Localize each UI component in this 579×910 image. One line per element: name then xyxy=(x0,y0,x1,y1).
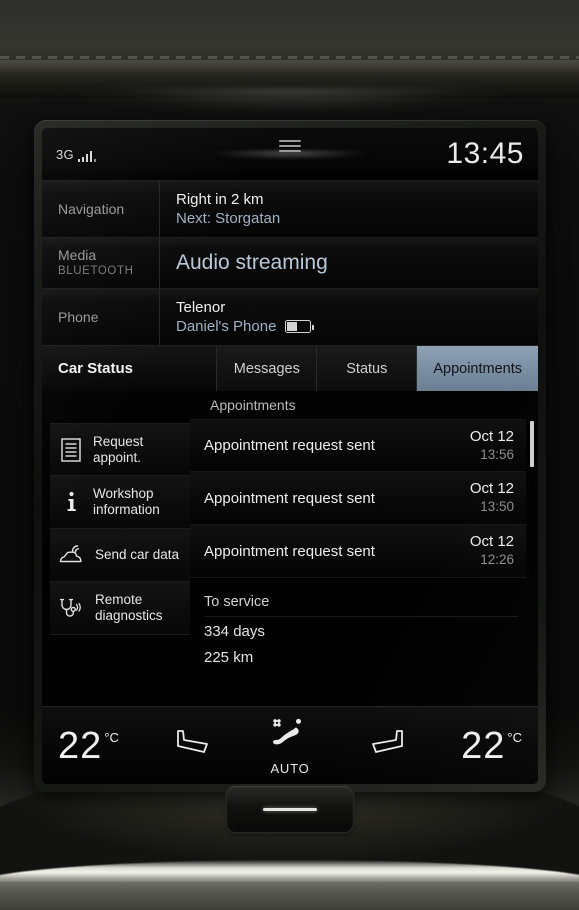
fan-auto-button[interactable]: AUTO xyxy=(263,716,317,776)
appointment-message: Appointment request sent xyxy=(204,542,375,560)
media-tile-body: Audio streaming xyxy=(160,238,538,288)
appointment-message: Appointment request sent xyxy=(204,437,375,454)
menu-label-line1: Request xyxy=(93,433,144,449)
tab-appointments[interactable]: Appointments xyxy=(416,346,538,391)
home-dash-icon xyxy=(262,807,317,811)
climate-bar: 22 °C AUTO 22 °C xyxy=(42,706,538,784)
scrollbar-thumb[interactable] xyxy=(530,421,534,467)
appointment-message: Appointment request sent xyxy=(204,489,375,507)
media-source-label: BLUETOOTH xyxy=(58,265,134,277)
network-type-label: 3G xyxy=(56,146,74,162)
menu-label-line1: Send car data xyxy=(95,547,180,562)
list-header: Appointments xyxy=(42,391,538,419)
phone-tile-label: Phone xyxy=(42,289,160,345)
car-signal-icon xyxy=(58,542,86,568)
network-status: 3G xyxy=(56,146,97,162)
appointments-scrollbar[interactable] xyxy=(530,421,534,579)
menu-label-line1: Workshop xyxy=(93,486,154,501)
service-menu: Request appoint. Workshop information Se… xyxy=(42,419,190,706)
fan-auto-icon xyxy=(263,716,317,759)
appointments-panel: Appointment request sent Oct 12 13:56 Ap… xyxy=(190,419,538,706)
media-status: Audio streaming xyxy=(176,251,328,274)
appointment-timestamp: Oct 12 12:26 xyxy=(470,533,514,569)
phone-tile[interactable]: Phone Telenor Daniel's Phone xyxy=(42,288,538,345)
driver-temperature-value: 22 xyxy=(58,724,103,767)
menu-item-send-car-data[interactable]: Send car data xyxy=(50,529,190,582)
passenger-temperature[interactable]: 22 °C xyxy=(461,726,522,766)
driver-seat-button[interactable] xyxy=(163,726,219,765)
fan-auto-label: AUTO xyxy=(270,760,310,776)
navigation-instruction: Right in 2 km xyxy=(176,191,264,208)
phone-tile-body: Telenor Daniel's Phone xyxy=(160,289,538,345)
screen-top-gloss xyxy=(185,150,395,166)
media-label: Media xyxy=(58,247,97,263)
to-service-title: To service xyxy=(204,594,518,617)
appointment-row[interactable]: Appointment request sent Oct 12 13:50 xyxy=(190,472,526,525)
navigation-tile-label: Navigation xyxy=(42,181,160,237)
dashboard-stitching xyxy=(0,56,579,59)
menu-item-send-car-data-label: Send car data xyxy=(95,547,179,563)
car-dashboard: 3G 13:45 Navigation Right in 2 km Next: … xyxy=(0,0,579,910)
passenger-seat-button[interactable] xyxy=(361,726,417,765)
car-status-header: Car Status Messages Status Appointments xyxy=(42,345,538,391)
menu-label-line1: Remote xyxy=(95,592,143,607)
menu-item-remote-diagnostics-label: Remote diagnostics xyxy=(95,592,163,624)
driver-temperature[interactable]: 22 °C xyxy=(58,726,119,766)
tab-bar: Messages Status Appointments xyxy=(216,346,538,391)
console-base xyxy=(0,882,579,910)
menu-item-workshop-information-label: Workshop information xyxy=(93,486,160,518)
tab-messages[interactable]: Messages xyxy=(216,346,317,391)
appointment-timestamp: Oct 12 13:50 xyxy=(470,480,514,516)
appointment-time: 13:56 xyxy=(480,446,514,462)
navigation-tile-body: Right in 2 km Next: Storgatan xyxy=(160,181,538,237)
navigation-label: Navigation xyxy=(58,200,125,217)
list-header-label: Appointments xyxy=(210,397,296,413)
appointment-row[interactable]: Appointment request sent Oct 12 12:26 xyxy=(190,525,526,578)
appointment-time: 12:26 xyxy=(480,552,514,567)
document-lines-icon xyxy=(58,437,84,463)
page-title: Car Status xyxy=(58,360,134,377)
menu-label-line2: information xyxy=(93,502,160,517)
tab-status[interactable]: Status xyxy=(316,346,417,391)
status-bar: 3G 13:45 xyxy=(42,128,538,180)
navigation-next-street: Next: Storgatan xyxy=(176,210,281,227)
media-tile-label: Media BLUETOOTH xyxy=(42,238,160,288)
info-i-icon xyxy=(58,489,84,515)
screen-bezel: 3G 13:45 Navigation Right in 2 km Next: … xyxy=(34,120,546,792)
menu-item-request-appointment-label: Request appoint. xyxy=(93,434,143,466)
appointment-timestamp: Oct 12 13:56 xyxy=(470,428,514,464)
menu-label-line2: diagnostics xyxy=(95,608,163,623)
appointment-row[interactable]: Appointment request sent Oct 12 13:56 xyxy=(190,419,526,472)
appointment-time: 13:50 xyxy=(480,499,514,514)
infotainment-screen: 3G 13:45 Navigation Right in 2 km Next: … xyxy=(42,128,538,784)
menu-item-request-appointment[interactable]: Request appoint. xyxy=(50,423,190,476)
appointment-date: Oct 12 xyxy=(469,427,514,445)
phone-label: Phone xyxy=(58,308,99,325)
drag-handle-icon[interactable] xyxy=(279,140,301,152)
appointment-date: Oct 12 xyxy=(469,533,514,550)
to-service-distance: 225 km xyxy=(204,649,254,666)
stethoscope-signal-icon xyxy=(58,595,86,621)
home-button[interactable] xyxy=(226,786,353,832)
clock-label: 13:45 xyxy=(446,137,524,170)
driver-temperature-unit: °C xyxy=(104,729,119,745)
passenger-temperature-value: 22 xyxy=(461,724,506,767)
signal-bars-icon xyxy=(77,150,97,162)
passenger-temperature-unit: °C xyxy=(507,729,522,745)
appointment-date: Oct 12 xyxy=(469,480,514,497)
navigation-tile[interactable]: Navigation Right in 2 km Next: Storgatan xyxy=(42,180,538,237)
menu-label-line2: appoint. xyxy=(93,449,142,465)
seat-icon xyxy=(368,726,410,765)
phone-device-row: Daniel's Phone xyxy=(176,317,538,336)
content-area: Request appoint. Workshop information Se… xyxy=(42,419,538,706)
phone-carrier: Telenor xyxy=(176,299,226,316)
phone-device-name: Daniel's Phone xyxy=(176,318,277,335)
menu-item-workshop-information[interactable]: Workshop information xyxy=(50,476,190,529)
to-service-days: 334 days xyxy=(204,623,265,640)
to-service-section: To service 334 days 225 km xyxy=(190,578,526,669)
menu-item-remote-diagnostics[interactable]: Remote diagnostics xyxy=(50,582,190,635)
media-tile[interactable]: Media BLUETOOTH Audio streaming xyxy=(42,237,538,288)
battery-icon xyxy=(285,320,315,333)
seat-icon xyxy=(170,726,212,765)
